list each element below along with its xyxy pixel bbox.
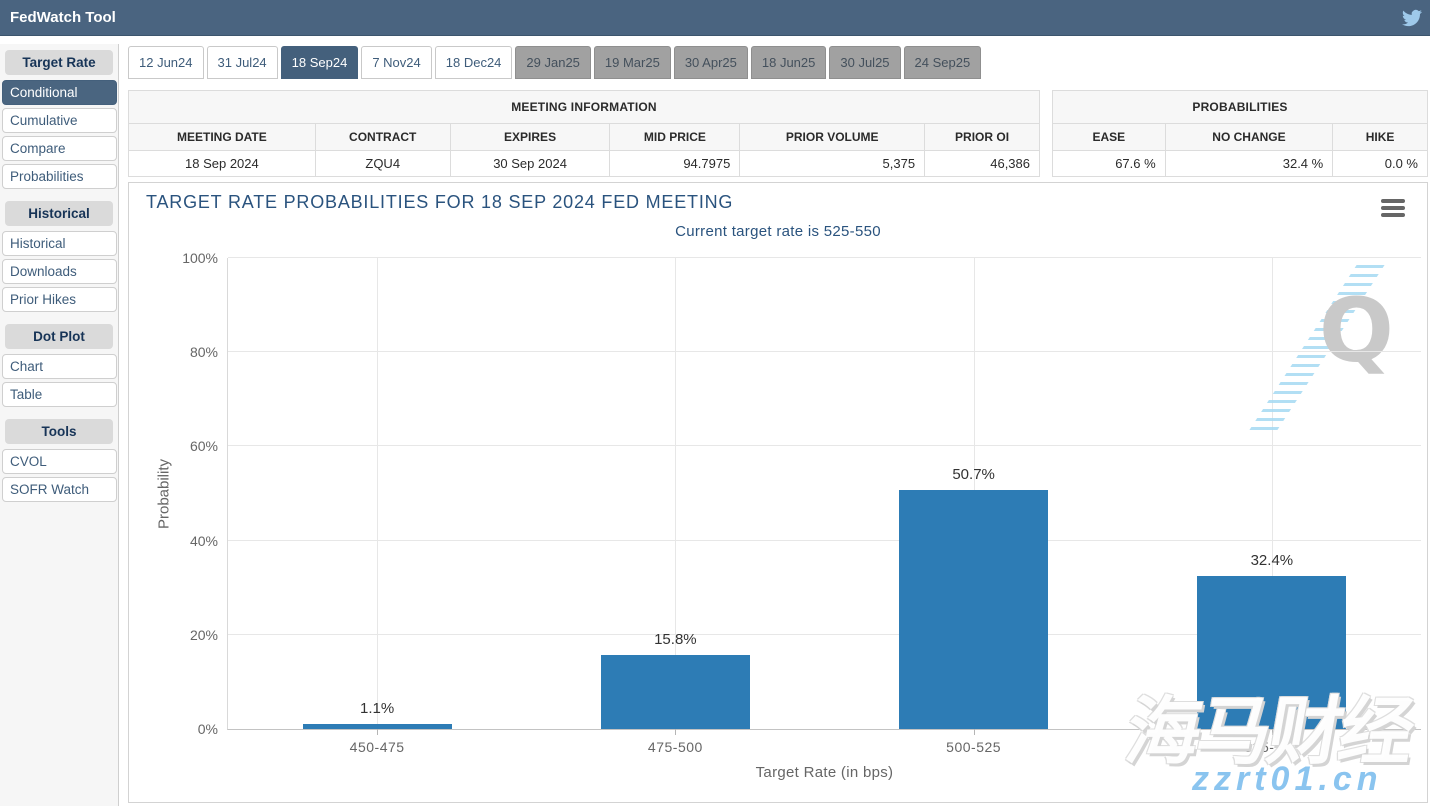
- sidebar-group-dot-plot: Dot Plot Chart Table: [0, 324, 118, 407]
- y-gridline-60: [228, 445, 1421, 446]
- y-axis-title: Probability: [156, 458, 173, 528]
- sidebar-item-cumulative[interactable]: Cumulative: [2, 108, 117, 133]
- mi-cell-46-386: 46,386: [925, 151, 1040, 177]
- sidebar-item-compare[interactable]: Compare: [2, 136, 117, 161]
- x-category-label-450-475: 450-475: [208, 739, 546, 755]
- tab-12-jun24[interactable]: 12 Jun24: [128, 46, 204, 79]
- x-tick-450-475: [377, 729, 378, 735]
- bar-slots: 1.1%450-47515.8%475-50050.7%500-52532.4%…: [228, 258, 1421, 729]
- data-label-475-500: 15.8%: [526, 631, 824, 648]
- chart-panel: TARGET RATE PROBABILITIES FOR 18 SEP 202…: [128, 182, 1428, 803]
- bar-500-525: [899, 490, 1048, 729]
- mi-cell-30-sep-2024: 30 Sep 2024: [450, 151, 610, 177]
- pr-col-no-change: NO CHANGE: [1165, 124, 1333, 151]
- meeting-information-table: MEETING INFORMATION MEETING DATECONTRACT…: [128, 90, 1040, 177]
- x-tick-525-550: [1272, 729, 1273, 735]
- y-tick-label-0: 0%: [148, 721, 218, 737]
- sidebar-group-historical: Historical Historical Downloads Prior Hikes: [0, 201, 118, 312]
- x-axis-title: Target Rate (in bps): [228, 764, 1421, 781]
- y-tick-label-20: 20%: [148, 627, 218, 643]
- tab-31-jul24[interactable]: 31 Jul24: [207, 46, 278, 79]
- y-gridline-100: [228, 257, 1421, 258]
- top-bar: FedWatch Tool: [0, 0, 1430, 36]
- category-slot-525-550: 32.4%525-550: [1123, 258, 1421, 729]
- chart-menu-button[interactable]: [1381, 199, 1405, 220]
- chart-title: TARGET RATE PROBABILITIES FOR 18 SEP 202…: [146, 192, 733, 213]
- sidebar-item-cvol[interactable]: CVOL: [2, 449, 117, 474]
- meeting-info-banner: MEETING INFORMATION: [129, 91, 1040, 124]
- y-tick-label-40: 40%: [148, 533, 218, 549]
- y-tick-label-100: 100%: [148, 250, 218, 266]
- pr-col-hike: HIKE: [1333, 124, 1428, 151]
- mi-col-mid-price: MID PRICE: [610, 124, 740, 151]
- y-gridline-40: [228, 540, 1421, 541]
- tab-30-apr25[interactable]: 30 Apr25: [674, 46, 748, 79]
- data-label-450-475: 1.1%: [228, 700, 526, 717]
- mi-col-prior-oi: PRIOR OI: [925, 124, 1040, 151]
- tab-29-jan25[interactable]: 29 Jan25: [515, 46, 591, 79]
- bar-525-550: [1197, 576, 1346, 729]
- tab-19-mar25[interactable]: 19 Mar25: [594, 46, 671, 79]
- mi-cell-18-sep-2024: 18 Sep 2024: [129, 151, 316, 177]
- data-label-500-525: 50.7%: [825, 466, 1123, 483]
- x-category-label-525-550: 525-550: [1103, 739, 1430, 755]
- tab-18-jun25[interactable]: 18 Jun25: [751, 46, 827, 79]
- category-slot-475-500: 15.8%475-500: [526, 258, 824, 729]
- twitter-icon[interactable]: [1402, 8, 1422, 28]
- bar-475-500: [601, 655, 750, 729]
- sidebar-item-chart[interactable]: Chart: [2, 354, 117, 379]
- sidebar-item-probabilities[interactable]: Probabilities: [2, 164, 117, 189]
- mi-cell-zqu4: ZQU4: [315, 151, 450, 177]
- x-category-label-475-500: 475-500: [506, 739, 844, 755]
- category-slot-500-525: 50.7%500-525: [825, 258, 1123, 729]
- sidebar-item-conditional[interactable]: Conditional: [2, 80, 117, 105]
- sidebar-item-sofr-watch[interactable]: SOFR Watch: [2, 477, 117, 502]
- tab-7-nov24[interactable]: 7 Nov24: [361, 46, 431, 79]
- tab-18-sep24[interactable]: 18 Sep24: [281, 46, 359, 79]
- sidebar-group-header-dot-plot: Dot Plot: [5, 324, 113, 349]
- x-tick-475-500: [675, 729, 676, 735]
- pr-cell-67-6-: 67.6 %: [1053, 151, 1166, 177]
- x-tick-500-525: [974, 729, 975, 735]
- tab-18-dec24[interactable]: 18 Dec24: [435, 46, 513, 79]
- data-label-525-550: 32.4%: [1123, 552, 1421, 569]
- sidebar-item-prior-hikes[interactable]: Prior Hikes: [2, 287, 117, 312]
- pr-cell-32-4-: 32.4 %: [1165, 151, 1333, 177]
- sidebar: Target Rate Conditional Cumulative Compare P…: [0, 44, 119, 806]
- mi-col-contract: CONTRACT: [315, 124, 450, 151]
- y-tick-label-60: 60%: [148, 438, 218, 454]
- probabilities-banner: PROBABILITIES: [1053, 91, 1428, 124]
- category-slot-450-475: 1.1%450-475: [228, 258, 526, 729]
- fedwatch-app: FedWatch Tool Target Rate Conditional Cumu…: [0, 0, 1430, 806]
- sidebar-group-target-rate: Target Rate Conditional Cumulative Compare P…: [0, 50, 118, 189]
- x-gridline-450-475: [377, 258, 378, 729]
- pr-col-ease: EASE: [1053, 124, 1166, 151]
- mi-col-prior-volume: PRIOR VOLUME: [740, 124, 925, 151]
- y-tick-label-80: 80%: [148, 344, 218, 360]
- x-category-label-500-525: 500-525: [805, 739, 1143, 755]
- tab-24-sep25[interactable]: 24 Sep25: [904, 46, 982, 79]
- sidebar-item-table[interactable]: Table: [2, 382, 117, 407]
- sidebar-group-header-target-rate: Target Rate: [5, 50, 113, 75]
- sidebar-group-header-tools: Tools: [5, 419, 113, 444]
- chart-subtitle: Current target rate is 525-550: [129, 223, 1427, 240]
- mi-cell-94-7975: 94.7975: [610, 151, 740, 177]
- mi-col-expires: EXPIRES: [450, 124, 610, 151]
- mi-col-meeting-date: MEETING DATE: [129, 124, 316, 151]
- plot-area: Probability Target Rate (in bps) 0%20%40…: [227, 258, 1421, 730]
- sidebar-item-historical[interactable]: Historical: [2, 231, 117, 256]
- mi-cell-5-375: 5,375: [740, 151, 925, 177]
- y-gridline-80: [228, 351, 1421, 352]
- sidebar-group-header-historical: Historical: [5, 201, 113, 226]
- app-title: FedWatch Tool: [0, 9, 116, 26]
- tab-30-jul25[interactable]: 30 Jul25: [829, 46, 900, 79]
- probabilities-table: PROBABILITIES EASENO CHANGEHIKE 67.6 %32…: [1052, 90, 1428, 177]
- pr-cell-0-0-: 0.0 %: [1333, 151, 1428, 177]
- sidebar-group-tools: Tools CVOL SOFR Watch: [0, 419, 118, 502]
- sidebar-item-downloads[interactable]: Downloads: [2, 259, 117, 284]
- bar-450-475: [303, 724, 452, 729]
- meeting-tabs: 12 Jun2431 Jul2418 Sep247 Nov2418 Dec242…: [128, 46, 984, 79]
